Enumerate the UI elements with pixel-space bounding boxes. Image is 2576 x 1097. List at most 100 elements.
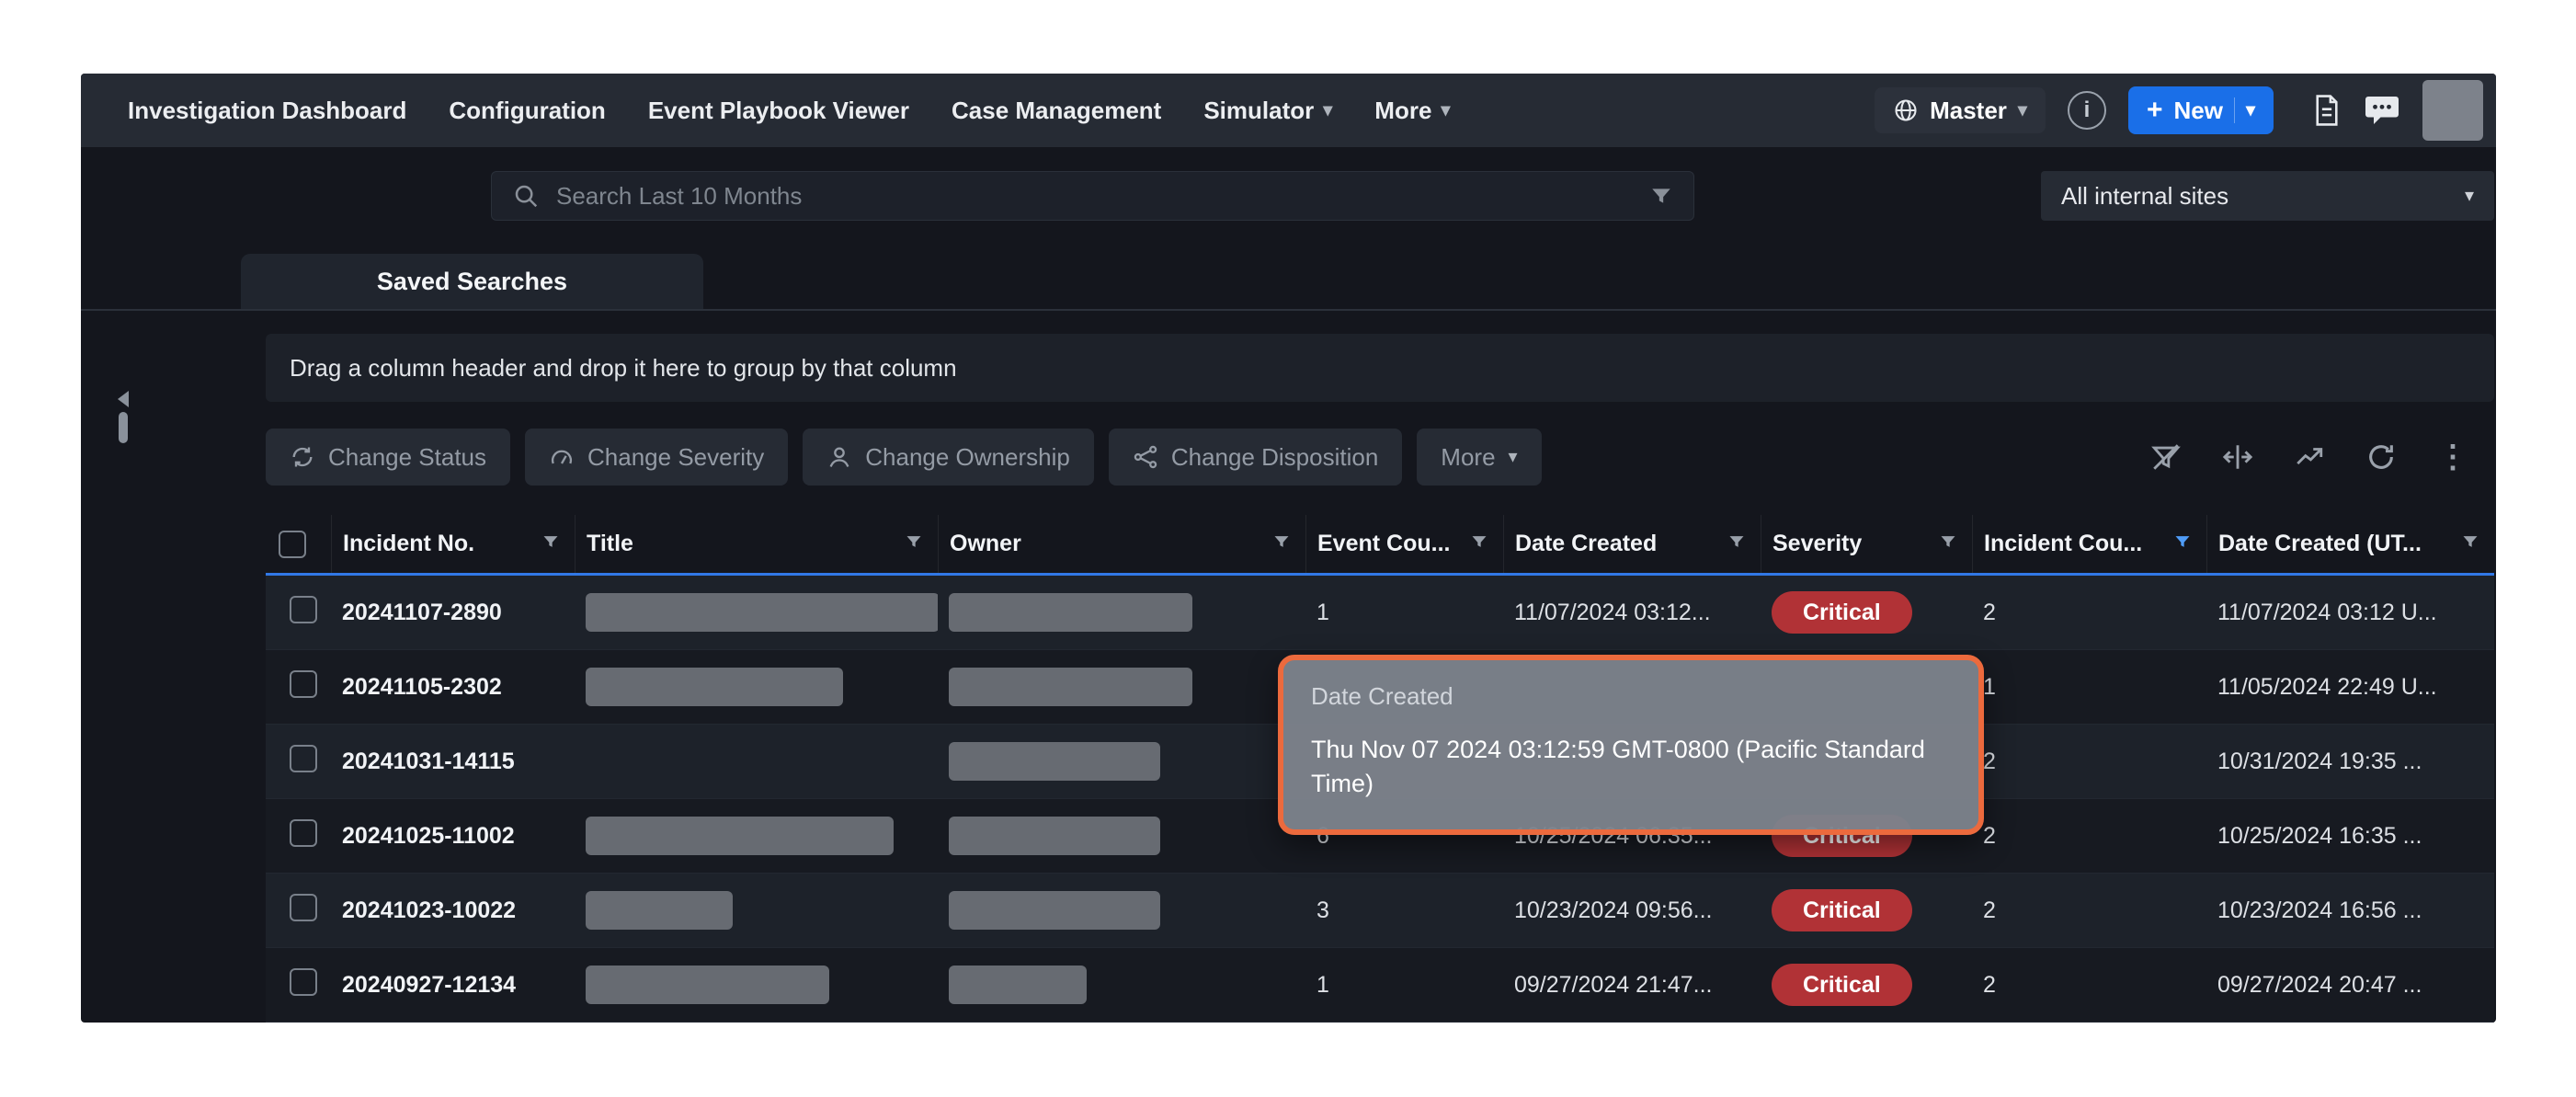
cell-severity: Critical [1761, 591, 1972, 634]
header-owner[interactable]: Owner [938, 515, 1305, 573]
clear-filters-icon[interactable] [2150, 441, 2182, 473]
tooltip-field-label: Date Created [1311, 682, 1951, 711]
header-event-count[interactable]: Event Cou... [1305, 515, 1503, 573]
master-branch-selector[interactable]: Master ▾ [1875, 87, 2046, 133]
sites-dropdown[interactable]: All internal sites ▾ [2041, 171, 2494, 221]
table-toolbar: ⋮ [2150, 429, 2468, 486]
cell-event-count: 3 [1305, 897, 1503, 924]
change-ownership-label: Change Ownership [865, 443, 1070, 472]
cell-date-created: 09/27/2024 21:47... [1503, 972, 1761, 999]
cell-owner [938, 668, 1305, 706]
row-checkbox[interactable] [290, 968, 317, 996]
nav-configuration[interactable]: Configuration [449, 97, 605, 125]
change-status-label: Change Status [328, 443, 486, 472]
panel-collapse-handle[interactable] [118, 391, 129, 443]
chevron-down-icon: ▾ [2018, 101, 2027, 120]
filter-icon[interactable] [1939, 531, 1957, 557]
new-button[interactable]: + New ▾ [2128, 86, 2274, 134]
cell-incident-no[interactable]: 20241031-14115 [331, 748, 575, 775]
cell-owner [938, 593, 1305, 632]
chat-icon[interactable] [2364, 94, 2400, 127]
cell-event-count: 1 [1305, 972, 1503, 999]
row-checkbox[interactable] [290, 745, 317, 772]
column-label: Incident No. [343, 531, 474, 557]
filter-icon[interactable] [1727, 531, 1746, 557]
cell-date-created-utc: 10/23/2024 16:56 ... [2206, 897, 2494, 924]
row-checkbox[interactable] [290, 670, 317, 698]
header-date-created[interactable]: Date Created [1503, 515, 1761, 573]
redacted-owner [949, 891, 1160, 930]
change-disposition-button[interactable]: Change Disposition [1109, 429, 1402, 486]
cell-title [575, 891, 938, 930]
filter-icon[interactable] [2461, 531, 2479, 557]
chevron-down-icon: ▾ [2246, 101, 2255, 120]
kebab-menu-icon[interactable]: ⋮ [2437, 441, 2468, 473]
cell-checkbox [266, 670, 331, 704]
header-title[interactable]: Title [575, 515, 938, 573]
select-all-checkbox[interactable] [279, 531, 306, 558]
nav-more[interactable]: More▾ [1374, 97, 1450, 125]
header-incident-count[interactable]: Incident Cou... [1972, 515, 2206, 573]
nav-investigation-dashboard[interactable]: Investigation Dashboard [128, 97, 406, 125]
cell-incident-no[interactable]: 20241105-2302 [331, 674, 575, 701]
nav-case-management[interactable]: Case Management [952, 97, 1161, 125]
row-checkbox[interactable] [290, 819, 317, 847]
fit-columns-icon[interactable] [2222, 441, 2253, 473]
search-input[interactable] [554, 181, 1635, 211]
redacted-title [586, 668, 843, 706]
chart-icon[interactable] [2294, 441, 2325, 473]
cell-date-created: 10/23/2024 09:56... [1503, 897, 1761, 924]
cell-owner [938, 966, 1305, 1004]
nav-right-cluster: Master ▾ i + New ▾ [1875, 80, 2496, 141]
change-ownership-button[interactable]: Change Ownership [803, 429, 1094, 486]
nav-label: Investigation Dashboard [128, 97, 406, 125]
redacted-title [586, 891, 733, 930]
cell-incident-count: 2 [1972, 972, 2206, 999]
filter-icon-active[interactable] [2173, 531, 2192, 557]
change-severity-button[interactable]: Change Severity [525, 429, 788, 486]
tab-saved-searches[interactable]: Saved Searches [241, 254, 703, 310]
search-filter-icon[interactable] [1649, 184, 1673, 208]
change-status-button[interactable]: Change Status [266, 429, 510, 486]
cell-incident-no[interactable]: 20241023-10022 [331, 897, 575, 924]
gauge-icon [549, 444, 575, 470]
filter-icon[interactable] [905, 531, 923, 557]
cell-incident-no[interactable]: 20241107-2890 [331, 600, 575, 626]
table-row[interactable]: 20241107-2890 1 11/07/2024 03:12... Crit… [266, 576, 2494, 650]
status-cycle-icon [290, 444, 315, 470]
redacted-title [586, 817, 894, 855]
column-label: Event Cou... [1317, 531, 1450, 557]
table-row[interactable]: 20241023-10022 3 10/23/2024 09:56... Cri… [266, 874, 2494, 948]
table-row[interactable]: 20240927-12134 1 09/27/2024 21:47... Cri… [266, 948, 2494, 1023]
cell-incident-count: 2 [1972, 600, 2206, 626]
sites-dropdown-value: All internal sites [2061, 182, 2228, 211]
nav-simulator[interactable]: Simulator▾ [1203, 97, 1332, 125]
filter-icon[interactable] [1272, 531, 1291, 557]
group-by-drop-zone[interactable]: Drag a column header and drop it here to… [266, 334, 2494, 402]
info-icon[interactable]: i [2068, 91, 2106, 130]
filter-icon[interactable] [1470, 531, 1488, 557]
header-date-created-utc[interactable]: Date Created (UT... [2206, 515, 2494, 573]
filter-icon[interactable] [541, 531, 560, 557]
avatar[interactable] [2422, 80, 2483, 141]
app-window: Investigation Dashboard Configuration Ev… [81, 74, 2496, 1023]
row-checkbox[interactable] [290, 894, 317, 921]
column-label: Date Created (UT... [2218, 531, 2422, 557]
branch-nodes-icon [1133, 444, 1158, 470]
cell-date-created-utc: 10/25/2024 16:35 ... [2206, 823, 2494, 850]
cell-incident-no[interactable]: 20240927-12134 [331, 972, 575, 999]
cell-incident-count: 2 [1972, 823, 2206, 850]
row-checkbox[interactable] [290, 596, 317, 623]
refresh-icon[interactable] [2365, 441, 2397, 473]
cell-incident-no[interactable]: 20241025-11002 [331, 823, 575, 850]
cell-event-count: 1 [1305, 600, 1503, 626]
header-severity[interactable]: Severity [1761, 515, 1972, 573]
more-actions-button[interactable]: More ▾ [1417, 429, 1541, 486]
cell-checkbox [266, 968, 331, 1002]
nav-event-playbook-viewer[interactable]: Event Playbook Viewer [648, 97, 909, 125]
cell-checkbox [266, 819, 331, 853]
header-incident-no[interactable]: Incident No. [331, 515, 575, 573]
tooltip-value-text: Thu Nov 07 2024 03:12:59 GMT-0800 (Pacif… [1311, 733, 1951, 801]
release-notes-icon[interactable] [2312, 94, 2342, 127]
severity-badge: Critical [1772, 964, 1912, 1006]
